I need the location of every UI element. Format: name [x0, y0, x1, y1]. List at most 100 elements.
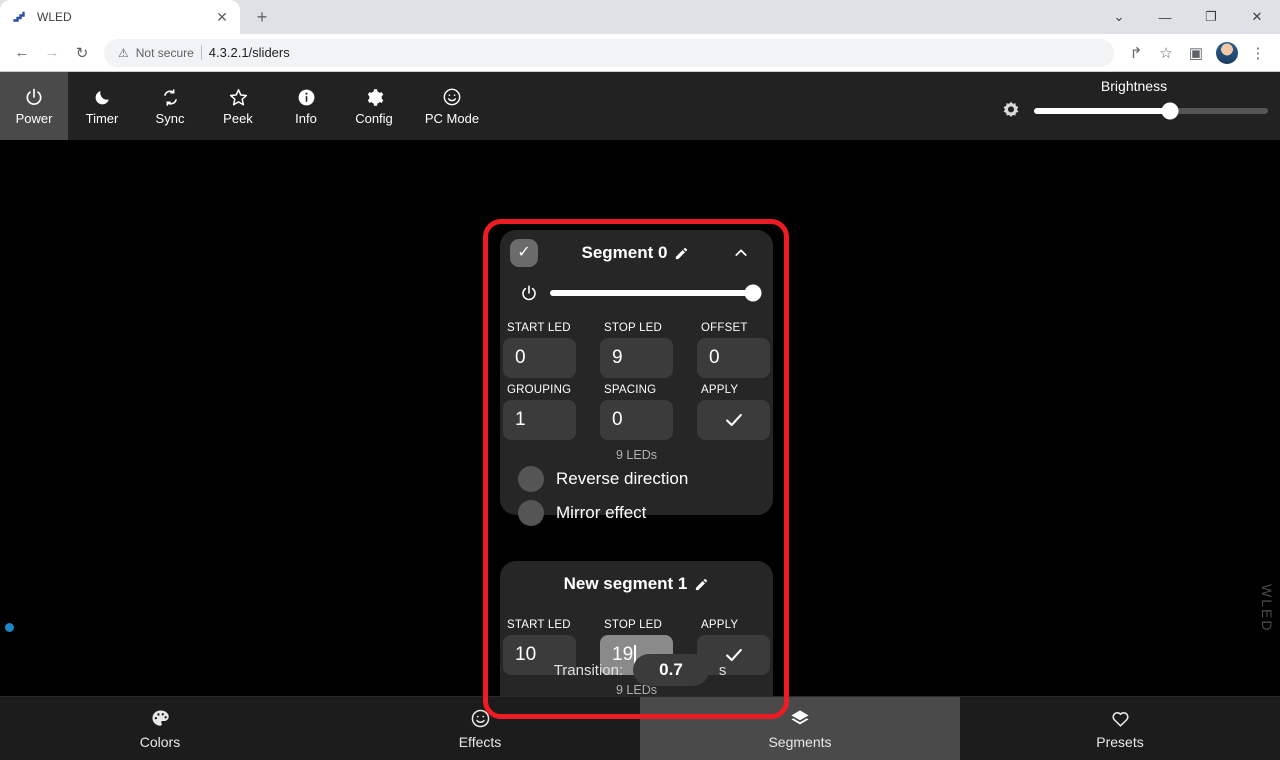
segment-0-led-count: 9 LEDs	[616, 448, 657, 462]
gear-icon	[365, 86, 384, 108]
wled-watermark: WLED	[1259, 583, 1275, 632]
mirror-effect-checkbox[interactable]	[518, 500, 544, 526]
tab-presets[interactable]: Presets	[960, 697, 1280, 760]
back-icon[interactable]: ←	[8, 39, 36, 67]
transition-input[interactable]: 0.7	[633, 654, 709, 686]
close-window-icon[interactable]: ✕	[1234, 0, 1280, 34]
sync-icon	[161, 86, 180, 108]
side-panel-icon[interactable]: ▣	[1182, 39, 1210, 67]
segment-0-brightness-row	[500, 276, 773, 310]
input-offset[interactable]: 0	[697, 338, 770, 378]
pencil-icon[interactable]	[694, 577, 709, 592]
toolbar-label-sync: Sync	[155, 111, 185, 126]
toolbar-label-pc-mode: PC Mode	[424, 111, 480, 126]
apply-button-segment-0[interactable]	[697, 400, 770, 440]
label-start-led: START LED	[507, 322, 571, 334]
label-start-led: START LED	[507, 619, 571, 631]
tab-segments[interactable]: Segments	[640, 697, 960, 760]
toolbar-label-peek: Peek	[223, 111, 253, 126]
segment-0-title: Segment 0	[538, 243, 733, 263]
transition-unit: s	[718, 661, 727, 679]
input-start-led[interactable]: 0	[503, 338, 576, 378]
option-reverse-direction[interactable]: Reverse direction	[500, 462, 773, 496]
segment-0-fields: START LED STOP LED OFFSET 0 9 0 GROUPING…	[500, 310, 773, 440]
chrome-menu-icon[interactable]: ⋮	[1244, 39, 1272, 67]
input-spacing[interactable]: 0	[600, 400, 673, 440]
toolbar-item-peek[interactable]: Peek	[204, 72, 272, 140]
segment-0-title-text: Segment 0	[581, 243, 668, 262]
toolbar-item-pc-mode[interactable]: PC Mode	[408, 72, 496, 140]
star-icon	[228, 86, 249, 108]
brightness-sun-icon	[1000, 100, 1022, 122]
palette-icon	[150, 708, 171, 730]
label-stop-led: STOP LED	[604, 619, 663, 631]
close-icon[interactable]: ✕	[212, 7, 232, 27]
segment-0-header: ✓ Segment 0	[500, 230, 773, 276]
browser-window: WLED ✕ + ⌄ — ❐ ✕ ← → ↻ ⚠ Not secure 4.3.…	[0, 0, 1280, 760]
segment-0-select-checkbox[interactable]: ✓	[510, 239, 538, 267]
smiley-icon	[470, 708, 491, 730]
input-stop-led[interactable]: 9	[600, 338, 673, 378]
label-grouping: GROUPING	[507, 384, 572, 396]
brightness-control: Brightness	[1000, 78, 1268, 122]
input-grouping[interactable]: 1	[503, 400, 576, 440]
reload-icon[interactable]: ↻	[68, 39, 96, 67]
power-icon	[24, 86, 44, 108]
url-text: 4.3.2.1/sliders	[208, 45, 290, 60]
label-apply: APPLY	[701, 619, 739, 631]
segments-panel: ✓ Segment 0 START LED STOP LED OFFSET 0 …	[0, 140, 1280, 760]
tab-segments-label: Segments	[768, 733, 832, 750]
toolbar-item-config[interactable]: Config	[340, 72, 408, 140]
brightness-slider[interactable]	[1034, 102, 1268, 120]
segment-1-title-text: New segment 1	[563, 574, 688, 593]
tab-colors[interactable]: Colors	[0, 697, 320, 760]
window-controls: ⌄ — ❐ ✕	[1096, 0, 1280, 34]
maximize-icon[interactable]: ❐	[1188, 0, 1234, 34]
toolbar-item-info[interactable]: Info	[272, 72, 340, 140]
toolbar-label-info: Info	[295, 111, 317, 126]
share-icon[interactable]: ↱	[1122, 39, 1150, 67]
label-apply: APPLY	[701, 384, 739, 396]
connection-status-indicator	[5, 623, 14, 632]
segment-1-header: New segment 1	[500, 561, 773, 607]
new-tab-button[interactable]: +	[248, 3, 276, 31]
moon-icon	[93, 86, 112, 108]
reverse-direction-checkbox[interactable]	[518, 466, 544, 492]
tab-effects-label: Effects	[458, 733, 502, 750]
tab-search-icon[interactable]: ⌄	[1096, 0, 1142, 34]
wled-logo-icon	[12, 9, 28, 25]
toolbar-item-power[interactable]: Power	[0, 72, 68, 140]
toolbar-label-config: Config	[355, 111, 393, 126]
label-stop-led: STOP LED	[604, 322, 663, 334]
profile-avatar[interactable]	[1216, 41, 1238, 64]
option-mirror-effect[interactable]: Mirror effect	[500, 496, 773, 530]
chevron-up-icon[interactable]	[733, 245, 755, 261]
pencil-icon[interactable]	[674, 246, 689, 261]
tab-effects[interactable]: Effects	[320, 697, 640, 760]
toolbar-item-timer[interactable]: Timer	[68, 72, 136, 140]
brightness-label: Brightness	[1100, 78, 1168, 94]
browser-toolbar: ← → ↻ ⚠ Not secure 4.3.2.1/sliders ↱ ☆ ▣…	[0, 34, 1280, 72]
address-bar[interactable]: ⚠ Not secure 4.3.2.1/sliders	[104, 38, 1114, 67]
wled-bottom-nav: Colors Effects Segments Presets	[0, 696, 1280, 760]
label-offset: OFFSET	[701, 322, 748, 334]
mirror-effect-label: Mirror effect	[556, 503, 647, 522]
forward-icon[interactable]: →	[38, 39, 66, 67]
browser-tab[interactable]: WLED ✕	[0, 0, 240, 34]
segment-1-title: New segment 1	[518, 574, 755, 594]
segment-0-brightness-slider[interactable]	[550, 284, 762, 302]
bookmark-star-icon[interactable]: ☆	[1152, 39, 1180, 67]
power-icon[interactable]	[520, 284, 538, 302]
reverse-direction-label: Reverse direction	[556, 469, 689, 488]
toolbar-item-sync[interactable]: Sync	[136, 72, 204, 140]
segment-card-0[interactable]: ✓ Segment 0 START LED STOP LED OFFSET 0 …	[500, 230, 773, 526]
smiley-icon	[442, 86, 462, 108]
label-spacing: SPACING	[604, 384, 657, 396]
not-secure-warning-icon: ⚠	[118, 45, 129, 60]
minimize-icon[interactable]: —	[1142, 0, 1188, 34]
heart-icon	[1110, 708, 1131, 730]
tab-strip: WLED ✕ + ⌄ — ❐ ✕	[0, 0, 1280, 34]
transition-control: Transition: 0.7 s	[0, 654, 1280, 686]
transition-label: Transition:	[553, 661, 624, 679]
wled-top-toolbar: Power Timer Sync Peek Info Config PC Mod…	[0, 72, 1280, 140]
